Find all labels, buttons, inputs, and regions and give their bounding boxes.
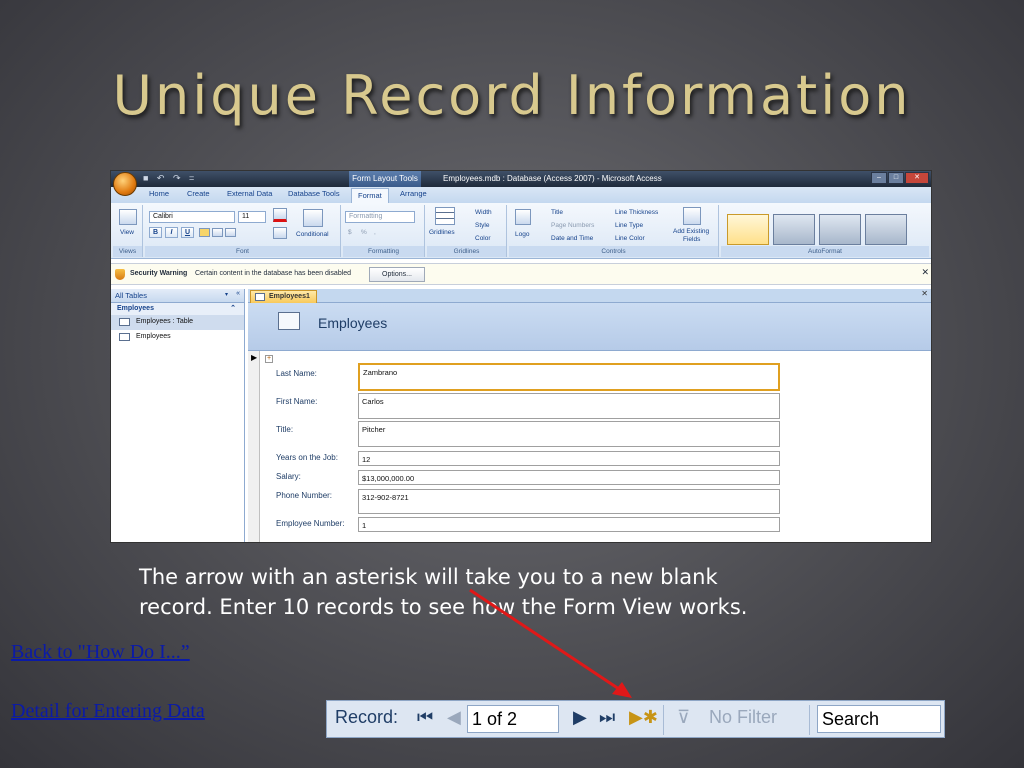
office-button-icon[interactable] bbox=[113, 172, 137, 196]
current-record-field[interactable]: 1 of 2 bbox=[467, 705, 559, 733]
separator bbox=[663, 705, 664, 735]
callout-arrow bbox=[469, 588, 632, 698]
new-record-icon[interactable]: ▶✱ bbox=[629, 707, 658, 728]
previous-record-icon[interactable]: ◀ bbox=[447, 707, 461, 728]
arrow-head bbox=[612, 682, 632, 698]
next-record-icon[interactable]: ▶ bbox=[573, 707, 587, 728]
last-record-icon[interactable]: ⏭ bbox=[599, 707, 615, 728]
no-filter-button[interactable]: No Filter bbox=[709, 707, 777, 728]
record-navigation-bar: Record: ⏮ ◀ 1 of 2 ▶ ⏭ ▶✱ ⊽ No Filter Se… bbox=[326, 700, 945, 738]
record-label: Record: bbox=[335, 707, 399, 727]
search-input[interactable]: Search bbox=[817, 705, 941, 733]
first-record-icon[interactable]: ⏮ bbox=[417, 707, 433, 728]
separator bbox=[809, 705, 810, 735]
filter-icon[interactable]: ⊽ bbox=[677, 707, 690, 728]
arrow-line bbox=[469, 588, 623, 693]
